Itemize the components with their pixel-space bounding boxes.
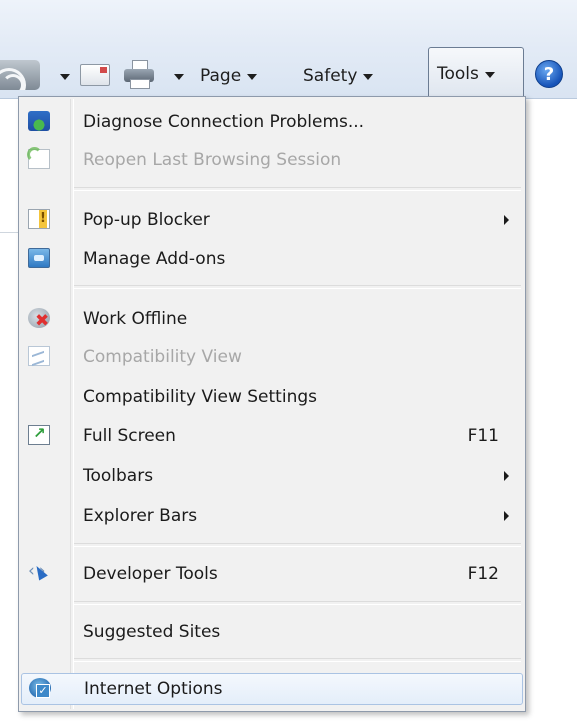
manage-addons-icon xyxy=(28,248,50,268)
menu-item-full-screen[interactable]: Full Screen F11 xyxy=(21,421,523,451)
chevron-down-icon xyxy=(363,74,374,80)
menu-item-label: Reopen Last Browsing Session xyxy=(83,150,342,170)
shortcut-label: F12 xyxy=(467,564,499,584)
tools-button-content: Tools xyxy=(437,64,495,84)
menu-item-diagnose-connection[interactable]: Diagnose Connection Problems... xyxy=(21,107,523,137)
chevron-down-icon xyxy=(247,74,258,80)
submenu-arrow-icon xyxy=(504,215,509,225)
menu-item-explorer-bars[interactable]: Explorer Bars xyxy=(21,501,523,531)
browser-window: Page Safety ? Tools Diagnose Connection … xyxy=(0,0,577,726)
page-menu-label: Page xyxy=(200,66,242,86)
help-glyph: ? xyxy=(543,63,555,85)
menu-item-internet-options[interactable]: Internet Options xyxy=(21,673,523,705)
menu-separator xyxy=(74,543,521,547)
page-menu-button[interactable]: Page xyxy=(200,64,258,88)
menu-separator xyxy=(74,187,521,191)
reopen-session-icon xyxy=(27,147,50,169)
popup-blocker-icon xyxy=(28,209,50,229)
menu-item-label: Explorer Bars xyxy=(83,506,198,526)
tools-menu-button[interactable]: Tools xyxy=(428,47,524,97)
menu-item-label: Compatibility View xyxy=(83,347,242,367)
menu-item-work-offline[interactable]: Work Offline xyxy=(21,304,523,334)
compatibility-view-icon xyxy=(28,346,50,366)
shortcut-label: F11 xyxy=(467,426,499,446)
diagnose-connection-icon xyxy=(28,111,50,131)
menu-item-label: Suggested Sites xyxy=(83,622,221,642)
menu-item-developer-tools[interactable]: Developer Tools F12 xyxy=(21,559,523,589)
menu-item-compatibility-view-settings[interactable]: Compatibility View Settings xyxy=(21,382,523,412)
rss-feeds-icon[interactable] xyxy=(0,60,40,90)
menu-item-toolbars[interactable]: Toolbars xyxy=(21,461,523,491)
menu-item-label: Diagnose Connection Problems... xyxy=(83,112,365,132)
menu-item-label: Pop-up Blocker xyxy=(83,210,210,230)
menu-item-label: Full Screen xyxy=(83,426,176,446)
full-screen-icon xyxy=(28,424,50,445)
read-mail-icon[interactable] xyxy=(80,64,110,86)
menu-item-popup-blocker[interactable]: Pop-up Blocker xyxy=(21,205,523,235)
menu-item-reopen-session: Reopen Last Browsing Session xyxy=(21,145,523,175)
menu-item-label: Internet Options xyxy=(84,679,223,699)
menu-item-label: Manage Add-ons xyxy=(83,249,226,269)
tools-dropdown-menu: Diagnose Connection Problems... Reopen L… xyxy=(18,96,526,712)
menu-separator xyxy=(74,285,521,289)
menu-item-label: Toolbars xyxy=(83,466,154,486)
help-icon[interactable]: ? xyxy=(535,60,563,88)
mail-stamp xyxy=(100,67,107,73)
submenu-arrow-icon xyxy=(504,511,509,521)
menu-item-compatibility-view: Compatibility View xyxy=(21,342,523,372)
rss-wave-large xyxy=(0,68,26,90)
menu-item-manage-addons[interactable]: Manage Add-ons xyxy=(21,244,523,274)
chevron-down-icon xyxy=(484,72,495,78)
safety-menu-label: Safety xyxy=(303,66,358,86)
safety-menu-button[interactable]: Safety xyxy=(303,64,374,88)
work-offline-icon xyxy=(28,308,50,330)
menu-separator xyxy=(74,658,521,662)
menu-item-label: Work Offline xyxy=(83,309,188,329)
feeds-dropdown-arrow[interactable] xyxy=(60,74,70,80)
page-divider xyxy=(0,232,20,233)
printer-icon[interactable] xyxy=(124,60,154,89)
internet-options-icon xyxy=(29,678,51,698)
print-dropdown-arrow[interactable] xyxy=(174,74,184,80)
printer-tray xyxy=(130,79,150,89)
submenu-arrow-icon xyxy=(504,471,509,481)
menu-item-label: Developer Tools xyxy=(83,564,218,584)
menu-separator xyxy=(74,601,521,605)
tools-menu-label: Tools xyxy=(437,64,479,84)
menu-item-label: Compatibility View Settings xyxy=(83,387,317,407)
developer-tools-icon xyxy=(28,561,50,583)
menu-item-suggested-sites[interactable]: Suggested Sites xyxy=(21,617,523,647)
